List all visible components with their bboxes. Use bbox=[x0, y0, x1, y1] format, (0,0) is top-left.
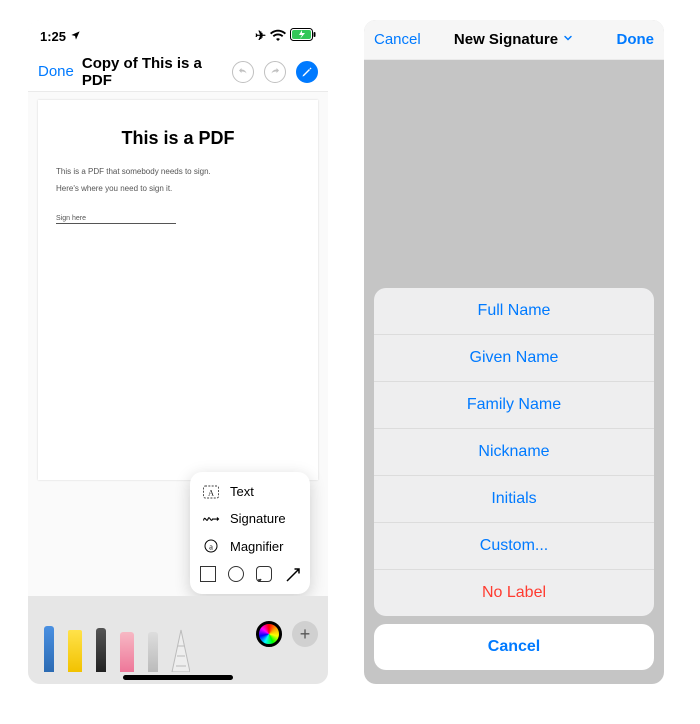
svg-text:a: a bbox=[209, 541, 213, 551]
document-title: Copy of This is a PDF bbox=[82, 55, 224, 89]
textbox-icon: A bbox=[202, 485, 220, 499]
sheet-option-initials[interactable]: Initials bbox=[374, 476, 654, 523]
magnifier-icon: a bbox=[202, 538, 220, 554]
popover-signature[interactable]: Signature bbox=[190, 505, 310, 532]
pdf-document[interactable]: This is a PDF This is a PDF that somebod… bbox=[38, 100, 318, 480]
sheet-option-nickname[interactable]: Nickname bbox=[374, 429, 654, 476]
pdf-body-line: Here's where you need to sign it. bbox=[56, 184, 300, 193]
markup-nav-bar: Done Copy of This is a PDF bbox=[28, 52, 328, 92]
popover-magnifier[interactable]: a Magnifier bbox=[190, 532, 310, 560]
undo-button[interactable] bbox=[232, 61, 254, 83]
sheet-option-given-name[interactable]: Given Name bbox=[374, 335, 654, 382]
sheet-option-no-label[interactable]: No Label bbox=[374, 570, 654, 616]
svg-text:A: A bbox=[208, 488, 214, 497]
popover-text[interactable]: A Text bbox=[190, 478, 310, 505]
markup-toolbar: + bbox=[28, 596, 328, 684]
pen-tool[interactable] bbox=[38, 622, 60, 672]
status-time: 1:25 bbox=[40, 29, 66, 44]
shape-circle[interactable] bbox=[228, 566, 244, 582]
redo-button[interactable] bbox=[264, 61, 286, 83]
status-bar: 1:25 ✈︎ bbox=[28, 20, 328, 52]
label-action-sheet: Full Name Given Name Family Name Nicknam… bbox=[374, 288, 654, 670]
popover-text-label: Text bbox=[230, 484, 254, 499]
popover-signature-label: Signature bbox=[230, 511, 286, 526]
eraser-tool[interactable] bbox=[116, 622, 138, 672]
popover-shapes-row bbox=[190, 560, 310, 588]
pdf-heading: This is a PDF bbox=[56, 128, 300, 149]
shape-speech-bubble[interactable] bbox=[256, 566, 272, 582]
cancel-button[interactable]: Cancel bbox=[374, 31, 434, 48]
shape-arrow[interactable] bbox=[284, 566, 300, 582]
done-button[interactable]: Done bbox=[594, 31, 654, 48]
sheet-option-family-name[interactable]: Family Name bbox=[374, 382, 654, 429]
add-popover: A Text Signature a Magnifier bbox=[190, 472, 310, 594]
signature-icon bbox=[202, 512, 220, 526]
home-indicator[interactable] bbox=[123, 675, 233, 680]
signature-line: Sign here bbox=[56, 215, 176, 224]
sheet-cancel-button[interactable]: Cancel bbox=[374, 624, 654, 670]
signature-nav-bar: Cancel New Signature Done bbox=[364, 20, 664, 60]
popover-magnifier-label: Magnifier bbox=[230, 539, 283, 554]
sheet-option-custom[interactable]: Custom... bbox=[374, 523, 654, 570]
battery-icon bbox=[290, 28, 316, 44]
color-picker[interactable] bbox=[256, 621, 282, 647]
signature-title-label: New Signature bbox=[454, 31, 558, 48]
phone-markup: 1:25 ✈︎ Done Copy of This is a PDF bbox=[28, 20, 328, 684]
markup-toggle[interactable] bbox=[296, 61, 318, 83]
chevron-down-icon bbox=[562, 31, 574, 48]
phone-signature-label: Cancel New Signature Done Full Name Give… bbox=[364, 20, 664, 684]
highlighter-tool[interactable] bbox=[64, 622, 86, 672]
pdf-body-line: This is a PDF that somebody needs to sig… bbox=[56, 167, 300, 176]
location-icon bbox=[70, 29, 81, 44]
shape-square[interactable] bbox=[200, 566, 216, 582]
ruler-tool[interactable] bbox=[168, 622, 190, 672]
wifi-icon bbox=[270, 29, 286, 44]
signature-title-dropdown[interactable]: New Signature bbox=[442, 31, 586, 48]
pencil-tool[interactable] bbox=[90, 622, 112, 672]
airplane-icon: ✈︎ bbox=[255, 28, 266, 44]
done-button[interactable]: Done bbox=[38, 63, 74, 80]
add-button[interactable]: + bbox=[292, 621, 318, 647]
sheet-option-full-name[interactable]: Full Name bbox=[374, 288, 654, 335]
lasso-tool[interactable] bbox=[142, 622, 164, 672]
